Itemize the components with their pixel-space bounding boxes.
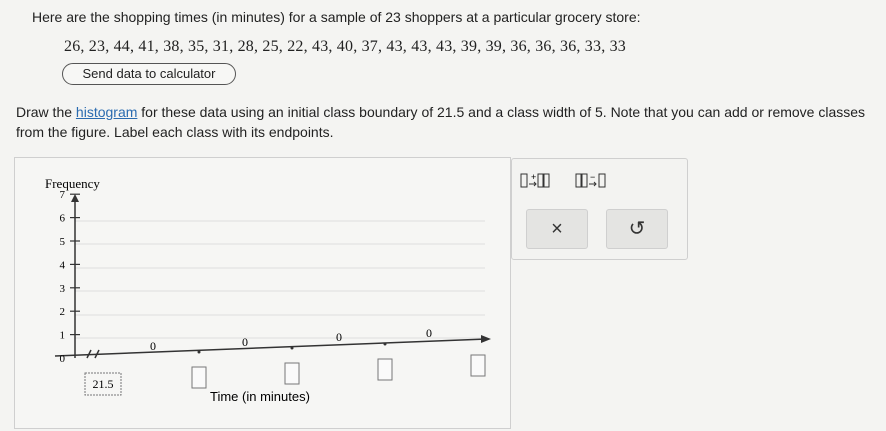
intro-text: Here are the shopping times (in minutes)…: [32, 9, 641, 25]
histogram-svg[interactable]: 0 1 2 3 4 5 6 7 Frequency Time (in minutes) 0 0…: [15, 158, 510, 428]
y-axis-arrow: [71, 194, 79, 202]
undo-button[interactable]: ↺: [606, 209, 668, 249]
bar-value-3[interactable]: 0: [336, 330, 342, 344]
tool-panel: + − × ↺: [511, 158, 688, 260]
x-axis-label: Time (in minutes): [210, 389, 310, 404]
instructions: Draw the histogram for these data using …: [16, 102, 876, 142]
svg-text:−: −: [590, 172, 595, 182]
boundary-point-2[interactable]: [290, 346, 294, 350]
y-tick-label: 4: [60, 259, 66, 271]
instructions-text-1: Draw the: [16, 104, 76, 120]
histogram-link[interactable]: histogram: [76, 104, 137, 120]
boundary-input-5[interactable]: [470, 354, 486, 377]
y-tick-label: 0: [60, 353, 66, 365]
clear-button[interactable]: ×: [526, 209, 588, 249]
y-tick-label: 3: [60, 283, 66, 295]
boundary-input-1-value: 21.5: [93, 377, 114, 391]
bar-value-4[interactable]: 0: [426, 326, 432, 340]
y-tick-label: 1: [60, 330, 66, 342]
y-tick-label: 6: [60, 213, 66, 225]
bar-value-1[interactable]: 0: [150, 339, 156, 353]
x-axis-arrow: [481, 335, 491, 343]
boundary-input-3[interactable]: [284, 362, 300, 385]
y-tick-label: 7: [60, 189, 66, 201]
boundary-point-3[interactable]: [383, 342, 387, 346]
boundary-input-2[interactable]: [191, 366, 207, 389]
histogram-graph[interactable]: 0 1 2 3 4 5 6 7 Frequency Time (in minutes) 0 0…: [14, 157, 511, 429]
boundary-input-4[interactable]: [377, 358, 393, 381]
x-axis: [54, 338, 488, 357]
add-class-icon[interactable]: +: [518, 170, 552, 192]
instructions-text-2: for these data using an initial class bo…: [16, 104, 866, 140]
bar-value-2[interactable]: 0: [242, 335, 248, 349]
y-tick-label: 2: [60, 306, 66, 318]
y-ticks: 0 1 2 3 4 5 6 7: [60, 189, 80, 365]
remove-class-icon[interactable]: −: [574, 170, 608, 192]
y-axis-label: Frequency: [45, 176, 100, 191]
boundary-point-1[interactable]: [197, 350, 201, 354]
gridlines: [75, 220, 485, 339]
y-tick-label: 5: [60, 236, 66, 248]
data-values: 26, 23, 44, 41, 38, 35, 31, 28, 25, 22, …: [64, 38, 626, 55]
send-data-button[interactable]: Send data to calculator: [62, 63, 236, 85]
svg-text:+: +: [531, 172, 536, 182]
